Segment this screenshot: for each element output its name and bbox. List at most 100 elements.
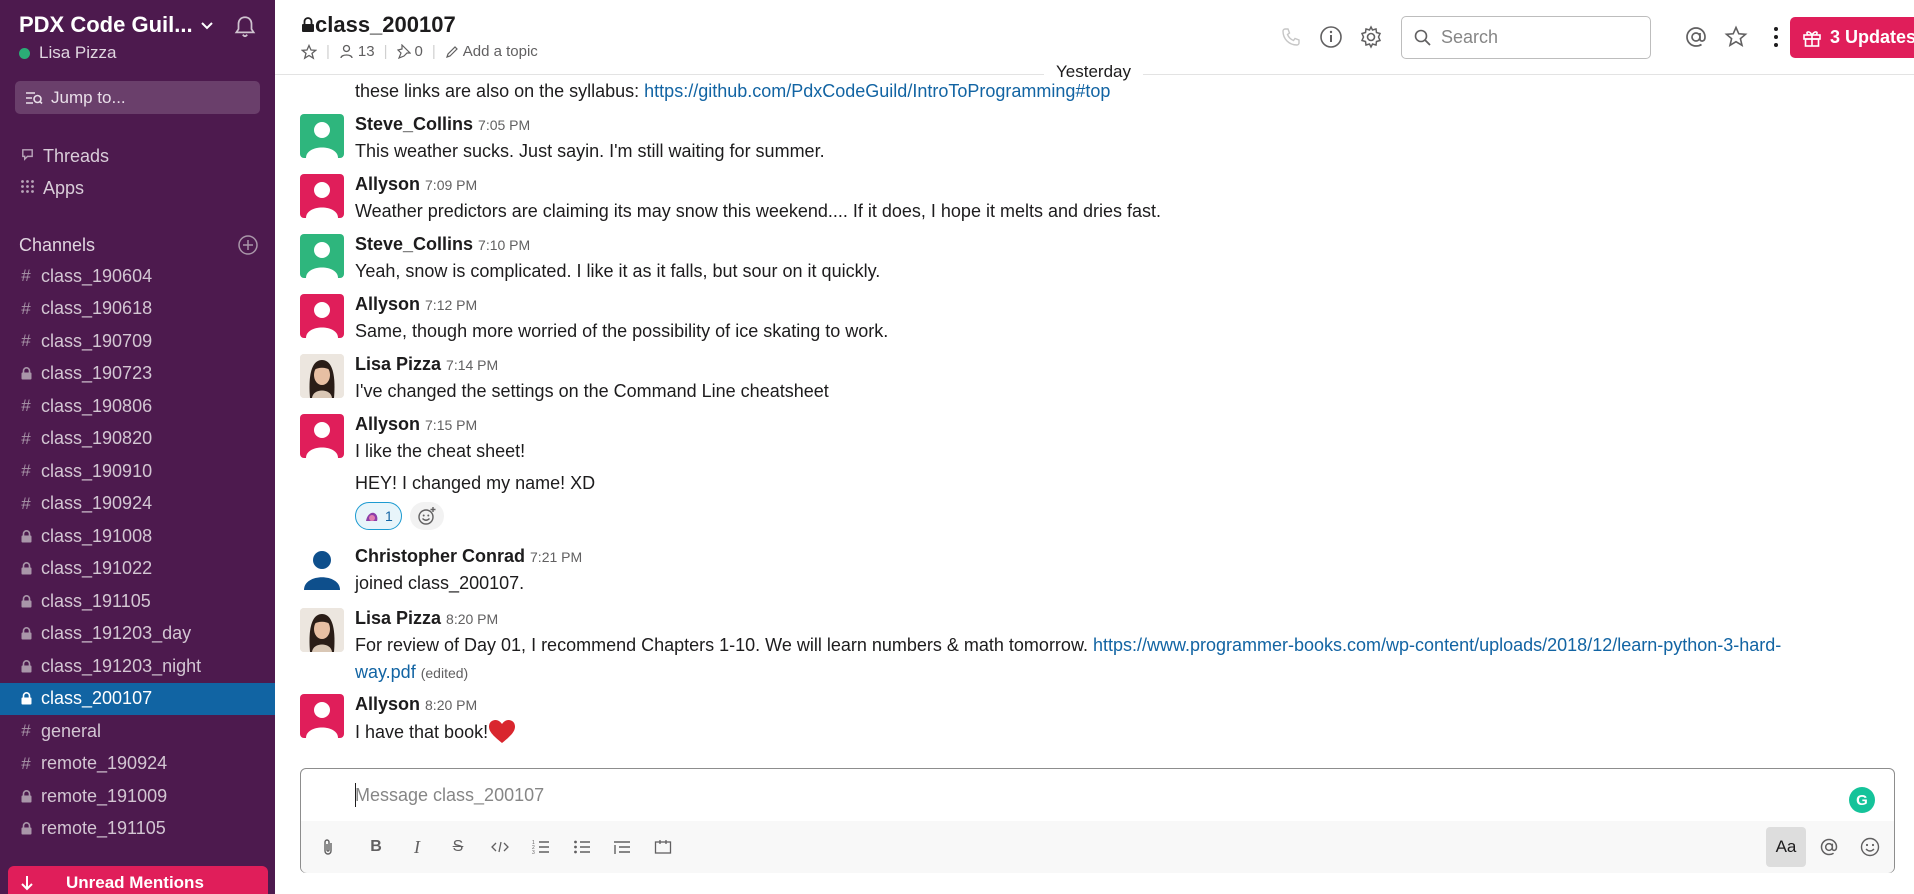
message-list: these links are also on the syllabus: ht…	[275, 74, 1914, 764]
add-topic-button[interactable]: Add a topic	[445, 43, 538, 60]
avatar[interactable]	[300, 546, 344, 590]
message-input[interactable]	[301, 769, 1894, 821]
workspace-name[interactable]: PDX Code Guil...	[19, 12, 193, 38]
author-name[interactable]: Lisa Pizza	[355, 354, 441, 374]
timestamp[interactable]: 7:10 PM	[478, 237, 530, 253]
sidebar-channel-item[interactable]: class_191008	[0, 520, 275, 552]
italic-icon[interactable]: I	[404, 833, 430, 861]
pinned-count[interactable]: 0	[396, 43, 423, 60]
current-user[interactable]: Lisa Pizza	[19, 43, 116, 63]
current-user-name: Lisa Pizza	[39, 43, 117, 62]
sidebar-channel-item[interactable]: # class_190618	[0, 293, 275, 325]
channels-section-header[interactable]: Channels	[19, 230, 259, 260]
gear-icon[interactable]	[1358, 24, 1384, 50]
timestamp[interactable]: 7:12 PM	[425, 297, 477, 313]
avatar[interactable]	[300, 174, 344, 218]
sidebar-channel-label: class_191105	[41, 590, 151, 611]
message-text: Weather predictors are claiming its may …	[355, 201, 1162, 221]
attach-icon[interactable]	[315, 833, 341, 861]
sidebar-channel-item[interactable]: class_191203_night	[0, 650, 275, 682]
timestamp[interactable]: 7:21 PM	[530, 549, 582, 565]
author-name[interactable]: Steve_Collins	[355, 114, 473, 134]
sidebar-channel-item[interactable]: remote_191105	[0, 813, 275, 845]
author-name[interactable]: Christopher Conrad	[355, 546, 525, 566]
sidebar-channel-item[interactable]: # general	[0, 715, 275, 747]
add-channel-icon[interactable]	[237, 234, 259, 256]
author-name[interactable]: Allyson	[355, 694, 420, 714]
author-name[interactable]: Steve_Collins	[355, 234, 473, 254]
grammarly-icon[interactable]: G	[1849, 787, 1875, 813]
strikethrough-icon[interactable]: S	[445, 833, 471, 861]
code-block-icon[interactable]	[650, 833, 676, 861]
sidebar-channel-item[interactable]: class_200107	[0, 682, 275, 715]
sidebar-item-apps[interactable]: Apps	[19, 173, 84, 203]
channel-title[interactable]: class_200107	[301, 12, 456, 38]
avatar[interactable]	[300, 114, 344, 158]
author-name[interactable]: Allyson	[355, 414, 420, 434]
avatar[interactable]	[300, 414, 344, 458]
message-link[interactable]: https://github.com/PdxCodeGuild/IntroToP…	[644, 81, 1110, 101]
bold-icon[interactable]: B	[363, 833, 389, 861]
ordered-list-icon[interactable]: 123	[528, 833, 554, 861]
message-header: Allyson 7:15 PM	[355, 414, 477, 435]
sidebar-channel-item[interactable]: # class_190604	[0, 260, 275, 292]
sidebar-item-threads[interactable]: Threads	[19, 141, 109, 171]
timestamp[interactable]: 7:14 PM	[446, 357, 498, 373]
more-vertical-icon[interactable]	[1763, 24, 1789, 50]
arrow-down-icon	[21, 876, 33, 891]
member-count[interactable]: 13	[339, 43, 375, 60]
message-link[interactable]: way.pdf	[355, 662, 416, 682]
sidebar-channel-item[interactable]: # class_190709	[0, 325, 275, 357]
sidebar-channel-item[interactable]: # class_190806	[0, 390, 275, 422]
hash-icon: #	[21, 493, 31, 513]
unread-mentions-button[interactable]: Unread Mentions	[8, 866, 268, 894]
sidebar-channel-item[interactable]: # class_190924	[0, 488, 275, 520]
chevron-down-icon[interactable]	[200, 19, 214, 33]
message-link[interactable]: https://www.programmer-books.com/wp-cont…	[1093, 635, 1781, 655]
reactions-bar: 1	[355, 502, 444, 530]
workspace-header[interactable]: PDX Code Guil... Lisa Pizza	[19, 12, 264, 68]
timestamp[interactable]: 7:05 PM	[478, 117, 530, 133]
mention-icon[interactable]	[1816, 833, 1842, 861]
sidebar-channel-item[interactable]: class_191203_day	[0, 618, 275, 650]
timestamp[interactable]: 8:20 PM	[446, 611, 498, 627]
avatar[interactable]	[300, 234, 344, 278]
mentions-icon[interactable]	[1683, 24, 1709, 50]
timestamp[interactable]: 7:15 PM	[425, 417, 477, 433]
timestamp[interactable]: 7:09 PM	[425, 177, 477, 193]
sidebar-channel-item[interactable]: remote_191009	[0, 780, 275, 812]
star-icon[interactable]	[301, 43, 317, 60]
sidebar-channel-item[interactable]: class_191105	[0, 585, 275, 617]
author-name[interactable]: Allyson	[355, 294, 420, 314]
day-divider-label[interactable]: Yesterday	[1044, 62, 1143, 82]
starred-items-icon[interactable]	[1723, 24, 1749, 50]
sidebar-channel-item[interactable]: # class_190910	[0, 455, 275, 487]
sidebar-channel-label: class_200107	[41, 688, 153, 708]
avatar[interactable]	[300, 354, 344, 398]
formatting-toggle-button[interactable]: Aa	[1766, 827, 1806, 867]
sidebar-channel-item[interactable]: # remote_190924	[0, 748, 275, 780]
sidebar-channel-item[interactable]: # class_190820	[0, 423, 275, 455]
author-name[interactable]: Allyson	[355, 174, 420, 194]
code-icon[interactable]	[487, 833, 513, 861]
jump-to-button[interactable]: Jump to...	[15, 81, 260, 114]
info-icon[interactable]	[1318, 24, 1344, 50]
avatar[interactable]	[300, 294, 344, 338]
unread-mentions-label: Unread Mentions	[66, 873, 204, 892]
author-name[interactable]: Lisa Pizza	[355, 608, 441, 628]
sidebar-channel-item[interactable]: class_190723	[0, 358, 275, 390]
reaction-pill[interactable]: 1	[355, 502, 402, 530]
message-header: Steve_Collins 7:10 PM	[355, 234, 530, 255]
timestamp[interactable]: 8:20 PM	[425, 697, 477, 713]
bulleted-list-icon[interactable]	[569, 833, 595, 861]
emoji-icon[interactable]	[1857, 833, 1883, 861]
sidebar-channel-item[interactable]: class_191022	[0, 553, 275, 585]
blockquote-icon[interactable]	[609, 833, 635, 861]
search-input[interactable]: Search	[1401, 16, 1651, 59]
phone-icon[interactable]	[1278, 24, 1304, 50]
avatar[interactable]	[300, 608, 344, 652]
bell-icon[interactable]	[232, 14, 258, 40]
add-reaction-button[interactable]	[409, 502, 444, 530]
updates-button[interactable]: 3 Updates	[1790, 17, 1914, 58]
avatar[interactable]	[300, 694, 344, 738]
